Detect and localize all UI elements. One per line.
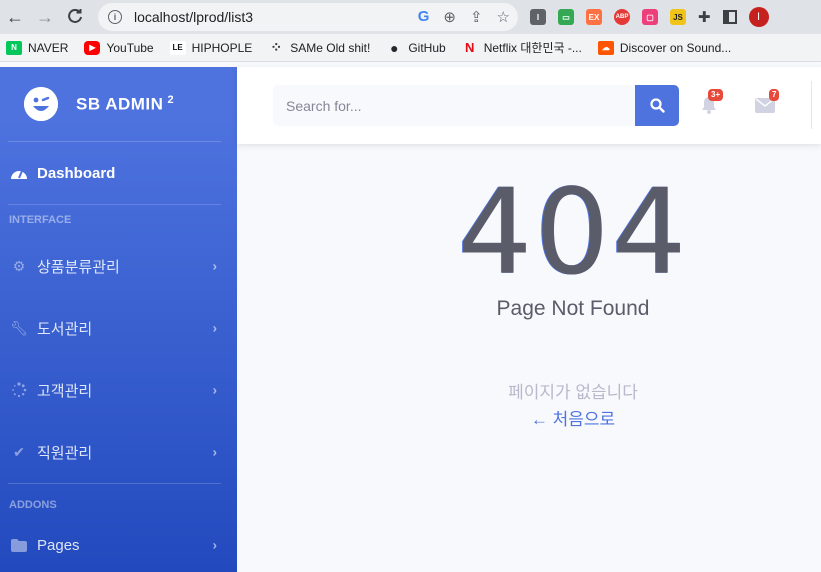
- bookmark-netflix[interactable]: N Netflix 대한민국 -...: [462, 39, 582, 56]
- sidebar-item-label: 도서관리: [37, 320, 93, 338]
- brand-title: SB ADMIN: [76, 94, 164, 114]
- chevron-right-icon: ›: [212, 382, 217, 398]
- sidebar: SB ADMIN 2 Dashboard INTERFACE ⚙ 상품분류관리 ›…: [0, 67, 237, 572]
- sidebar-item-label: 직원관리: [37, 444, 93, 462]
- bookmark-label: GitHub: [408, 40, 446, 55]
- sidebar-item-label: Pages: [37, 536, 80, 554]
- naver-icon: N: [6, 40, 22, 55]
- zoom-icon[interactable]: ⊕: [443, 8, 456, 26]
- bookmark-label: Discover on Sound...: [619, 40, 732, 55]
- sidebar-item-employees[interactable]: ✔ 직원관리 ›: [0, 421, 237, 483]
- bookmarks-bar: N NAVER ▶ YouTube LE HIPHOPLE ⁘ SAMe Old shi…: [0, 34, 821, 62]
- extensions-area: I ▭ EX ABP ▢ JS ✚ I: [530, 7, 769, 27]
- topbar-divider: [811, 81, 812, 129]
- brand-name: SB ADMIN 2: [76, 94, 174, 115]
- gear-icon: ⚙: [12, 257, 26, 274]
- url-text[interactable]: localhost/lprod/list3: [134, 9, 253, 25]
- bookmark-github[interactable]: ● GitHub: [386, 39, 446, 56]
- side-panel-icon[interactable]: [722, 10, 737, 24]
- tachometer-icon: [10, 164, 28, 182]
- main-content: 404 Page Not Found 페이지가 없습니다 ← 처음으로: [237, 144, 821, 572]
- bookmark-naver[interactable]: N NAVER: [6, 40, 69, 55]
- sidebar-item-label: 상품분류관리: [37, 258, 120, 276]
- error-title: Page Not Found: [496, 297, 650, 320]
- puzzle-icon[interactable]: ✚: [698, 8, 711, 26]
- dots-icon: ⁘: [270, 39, 283, 55]
- bookmark-label: YouTube: [106, 40, 154, 55]
- sidebar-heading-addons: ADDONS: [9, 499, 57, 511]
- error-code: 404: [457, 163, 689, 301]
- netflix-icon: N: [464, 40, 475, 55]
- brand-version: 2: [167, 93, 175, 106]
- google-icon[interactable]: G: [418, 8, 430, 26]
- address-bar[interactable]: i localhost/lprod/list3 G ⊕ ⇪ ☆: [98, 3, 518, 31]
- chevron-right-icon: ›: [212, 320, 217, 336]
- sidebar-item-label: Dashboard: [37, 164, 116, 182]
- js-extension-icon[interactable]: JS: [670, 9, 686, 25]
- check-icon: ✔: [13, 443, 25, 460]
- bookmark-label: SAMe Old shit!: [290, 40, 371, 55]
- soundcloud-icon: ☁: [597, 40, 614, 55]
- youtube-icon: ▶: [84, 40, 101, 55]
- site-info-icon[interactable]: i: [108, 10, 122, 24]
- bookmark-same-old[interactable]: ⁘ SAMe Old shit!: [268, 39, 371, 55]
- bookmark-label: NAVER: [28, 40, 69, 55]
- adblock-icon[interactable]: ABP: [614, 9, 630, 25]
- sidebar-item-pages[interactable]: Pages ›: [0, 520, 237, 570]
- chevron-right-icon: ›: [212, 444, 217, 460]
- extension-icon[interactable]: ▢: [642, 9, 658, 25]
- bookmark-star-icon[interactable]: ☆: [497, 8, 510, 26]
- alerts-button[interactable]: 3+: [699, 89, 724, 115]
- sidebar-brand[interactable]: SB ADMIN 2: [0, 67, 237, 141]
- extension-icon[interactable]: I: [530, 9, 546, 25]
- messages-badge: 7: [769, 89, 780, 101]
- sidebar-divider: [8, 483, 221, 484]
- alerts-badge: 3+: [708, 89, 724, 101]
- sidebar-item-category[interactable]: ⚙ 상품분류관리 ›: [0, 235, 237, 297]
- search-input[interactable]: [273, 85, 635, 126]
- bookmark-soundcloud[interactable]: ☁ Discover on Sound...: [597, 40, 732, 55]
- sidebar-item-customers[interactable]: 고객관리 ›: [0, 359, 237, 421]
- error-message: 페이지가 없습니다: [508, 383, 638, 402]
- sidebar-item-books[interactable]: 🔧︎ 도서관리 ›: [0, 297, 237, 359]
- forward-icon[interactable]: →: [30, 2, 60, 32]
- laugh-wink-icon: [24, 87, 58, 121]
- extension-icon[interactable]: EX: [586, 9, 602, 25]
- bookmark-label: HIPHOPLE: [191, 40, 253, 55]
- folder-icon: [10, 536, 28, 554]
- bookmark-label: Netflix 대한민국 -...: [483, 41, 582, 55]
- topbar: 3+ 7: [237, 67, 821, 144]
- bookmark-youtube[interactable]: ▶ YouTube: [84, 40, 154, 55]
- search-button[interactable]: [635, 85, 679, 126]
- extension-icon[interactable]: ▭: [558, 9, 574, 25]
- sidebar-item-label: 고객관리: [37, 382, 93, 400]
- reload-icon[interactable]: [60, 2, 90, 32]
- share-icon[interactable]: ⇪: [470, 8, 483, 26]
- messages-button[interactable]: 7: [755, 89, 780, 115]
- search-box: [273, 85, 635, 126]
- wrench-icon: 🔧︎: [10, 319, 28, 336]
- back-icon[interactable]: ←: [0, 2, 30, 32]
- profile-avatar[interactable]: I: [748, 7, 769, 27]
- back-to-home-link[interactable]: ← 처음으로: [237, 405, 821, 430]
- chevron-right-icon: ›: [212, 258, 217, 274]
- bookmark-hiphople[interactable]: LE HIPHOPLE: [169, 40, 253, 55]
- sidebar-item-dashboard[interactable]: Dashboard: [0, 142, 237, 204]
- sidebar-heading-interface: INTERFACE: [9, 214, 72, 226]
- chevron-right-icon: ›: [212, 537, 217, 553]
- spinner-icon: [10, 381, 28, 399]
- search-icon: [649, 98, 665, 113]
- browser-toolbar: ← → i localhost/lprod/list3 G ⊕ ⇪ ☆ I ▭ …: [0, 0, 821, 34]
- hiphople-icon: LE: [169, 40, 186, 55]
- github-icon: ●: [390, 39, 399, 56]
